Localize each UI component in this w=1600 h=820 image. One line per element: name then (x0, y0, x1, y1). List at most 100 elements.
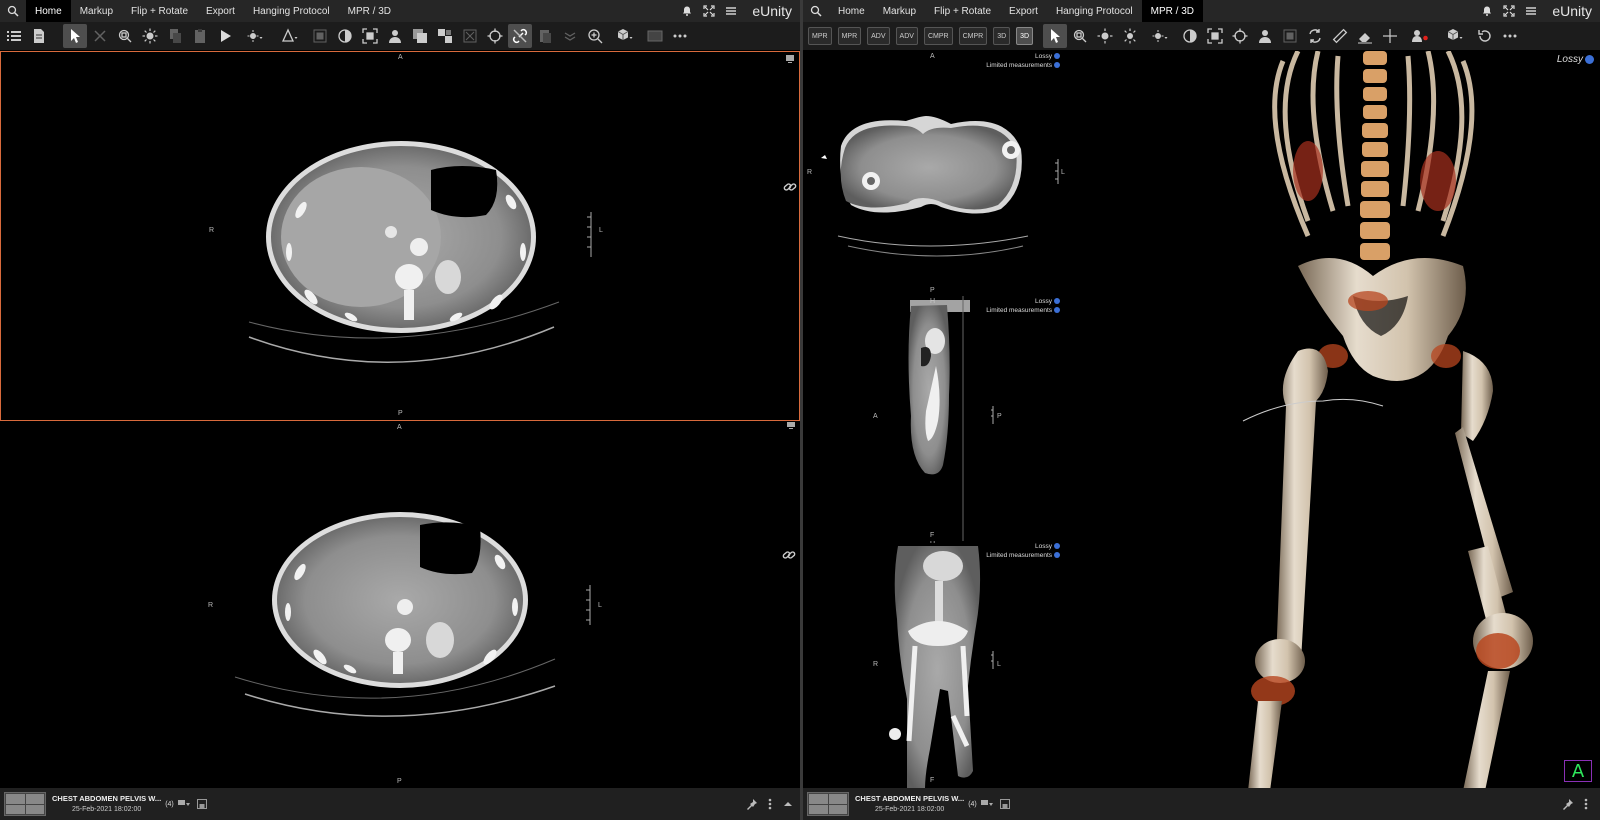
color-swatch-icon[interactable] (643, 24, 667, 48)
more-vertical-icon[interactable] (1578, 796, 1594, 812)
bell-icon[interactable] (1476, 0, 1498, 22)
tab-mpr-3d[interactable]: MPR / 3D (1141, 0, 1203, 22)
tab-hanging-protocol[interactable]: Hanging Protocol (1047, 0, 1142, 22)
study-info[interactable]: CHEST ABDOMEN PELVIS W... 25-Feb-2021 18… (52, 793, 161, 815)
study-info[interactable]: CHEST ABDOMEN PELVIS W... 25-Feb-2021 18… (855, 793, 964, 815)
copy-icon[interactable] (163, 24, 187, 48)
compare-icon[interactable] (433, 24, 457, 48)
tab-export[interactable]: Export (197, 0, 244, 22)
cine-play-icon[interactable] (213, 24, 237, 48)
adv-button[interactable]: ADV (895, 27, 918, 45)
3d-cube-dropdown-icon[interactable] (1438, 24, 1472, 48)
fullscreen-icon[interactable] (698, 0, 720, 22)
viewport-mpr-sagittal[interactable]: H F A P Lossy Limited measurements (803, 296, 1068, 541)
save-icon[interactable] (194, 796, 210, 812)
display-dropdown-icon[interactable] (176, 796, 192, 812)
tab-home[interactable]: Home (829, 0, 874, 22)
crosshair-icon[interactable] (483, 24, 507, 48)
study-title: CHEST ABDOMEN PELVIS W... (52, 794, 162, 803)
toolbar-gap (52, 24, 62, 48)
list-icon[interactable] (2, 24, 26, 48)
tab-flip-rotate[interactable]: Flip + Rotate (122, 0, 197, 22)
rotate-3d-icon[interactable] (1303, 24, 1327, 48)
mpr-button[interactable]: MPR (808, 27, 832, 45)
zoom-in-icon[interactable] (583, 24, 607, 48)
window-presets-dropdown-icon[interactable] (238, 24, 272, 48)
display-dropdown-icon[interactable] (979, 796, 995, 812)
remove-series-icon[interactable] (458, 24, 482, 48)
link-series-icon[interactable] (508, 24, 532, 48)
fullscreen-icon[interactable] (1498, 0, 1520, 22)
3d-button[interactable]: 3D (993, 27, 1011, 45)
window-level-icon[interactable] (138, 24, 162, 48)
tab-flip-rotate[interactable]: Flip + Rotate (925, 0, 1000, 22)
link-chain-icon[interactable] (783, 180, 797, 197)
layout-1x1-icon[interactable] (308, 24, 332, 48)
shape-measure-dropdown-icon[interactable] (273, 24, 307, 48)
cmpr-button[interactable]: CMPR (923, 27, 953, 45)
study-thumbnail[interactable] (4, 792, 46, 816)
patient-info-icon[interactable] (383, 24, 407, 48)
viewport-mpr-coronal[interactable]: H F R L Lossy Limited measurements (803, 541, 1068, 788)
cmpr-button[interactable]: CMPR (958, 27, 988, 45)
pin-icon[interactable] (1560, 796, 1576, 812)
adv-button[interactable]: ADV (867, 27, 890, 45)
report-icon[interactable] (27, 24, 51, 48)
search-icon[interactable] (803, 0, 829, 22)
crosshair-icon[interactable] (1228, 24, 1252, 48)
more-vertical-icon[interactable] (762, 796, 778, 812)
reference-lines-icon[interactable] (1378, 24, 1402, 48)
3d-cube-dropdown-icon[interactable] (608, 24, 642, 48)
orientation-cube-badge[interactable]: A (1564, 760, 1592, 782)
layers-chevron-icon[interactable] (558, 24, 582, 48)
zoom-region-icon[interactable] (1068, 24, 1092, 48)
viewport-mpr-axial[interactable]: A P R L Lossy Limited measurements (803, 51, 1068, 296)
viewport-3d-volume[interactable]: Lossy A (1068, 51, 1600, 788)
right-statusbar: CHEST ABDOMEN PELVIS W... 25-Feb-2021 18… (803, 788, 1600, 820)
clipboard-icon[interactable] (533, 24, 557, 48)
reset-icon[interactable] (1473, 24, 1497, 48)
pin-icon[interactable] (744, 796, 760, 812)
close-icon[interactable] (88, 24, 112, 48)
hamburger-menu-icon[interactable] (720, 0, 742, 22)
eraser-icon[interactable] (1353, 24, 1377, 48)
pointer-icon[interactable] (1043, 24, 1068, 48)
monitor-icon[interactable] (786, 422, 796, 433)
search-icon[interactable] (0, 0, 26, 22)
brightness-icon[interactable] (1093, 24, 1117, 48)
tab-export[interactable]: Export (1000, 0, 1047, 22)
paste-icon[interactable] (188, 24, 212, 48)
mpr-button[interactable]: MPR (837, 27, 862, 45)
hamburger-menu-icon[interactable] (1520, 0, 1542, 22)
record-user-icon[interactable] (1403, 24, 1437, 48)
tab-hanging-protocol[interactable]: Hanging Protocol (244, 0, 339, 22)
tab-markup[interactable]: Markup (874, 0, 925, 22)
layout-1x1-icon[interactable] (1278, 24, 1302, 48)
patient-info-icon[interactable] (1253, 24, 1277, 48)
more-options-icon[interactable] (668, 24, 692, 48)
series-stack-icon[interactable] (408, 24, 432, 48)
3d-button-selected[interactable]: 3D (1016, 27, 1034, 45)
pointer-icon[interactable] (63, 24, 87, 48)
invert-icon[interactable] (333, 24, 357, 48)
ruler-icon[interactable] (1328, 24, 1352, 48)
viewport-axial-bottom[interactable]: A P R L (0, 422, 800, 788)
bell-icon[interactable] (676, 0, 698, 22)
save-icon[interactable] (997, 796, 1013, 812)
window-presets-dropdown-icon[interactable] (1143, 24, 1177, 48)
more-options-icon[interactable] (1498, 24, 1522, 48)
tab-home[interactable]: Home (26, 0, 71, 22)
tab-markup[interactable]: Markup (71, 0, 122, 22)
viewport-axial-top[interactable]: A P R L (0, 51, 800, 421)
invert-icon[interactable] (1178, 24, 1202, 48)
expand-up-icon[interactable] (780, 796, 796, 812)
series-count: (4) (968, 800, 977, 808)
study-thumbnail[interactable] (807, 792, 849, 816)
tab-mpr-3d[interactable]: MPR / 3D (339, 0, 400, 22)
zoom-region-icon[interactable] (113, 24, 137, 48)
fit-to-window-icon[interactable] (1203, 24, 1227, 48)
link-chain-icon[interactable] (782, 548, 796, 565)
fit-to-window-icon[interactable] (358, 24, 382, 48)
monitor-icon[interactable] (785, 54, 795, 67)
window-level-icon[interactable] (1118, 24, 1142, 48)
